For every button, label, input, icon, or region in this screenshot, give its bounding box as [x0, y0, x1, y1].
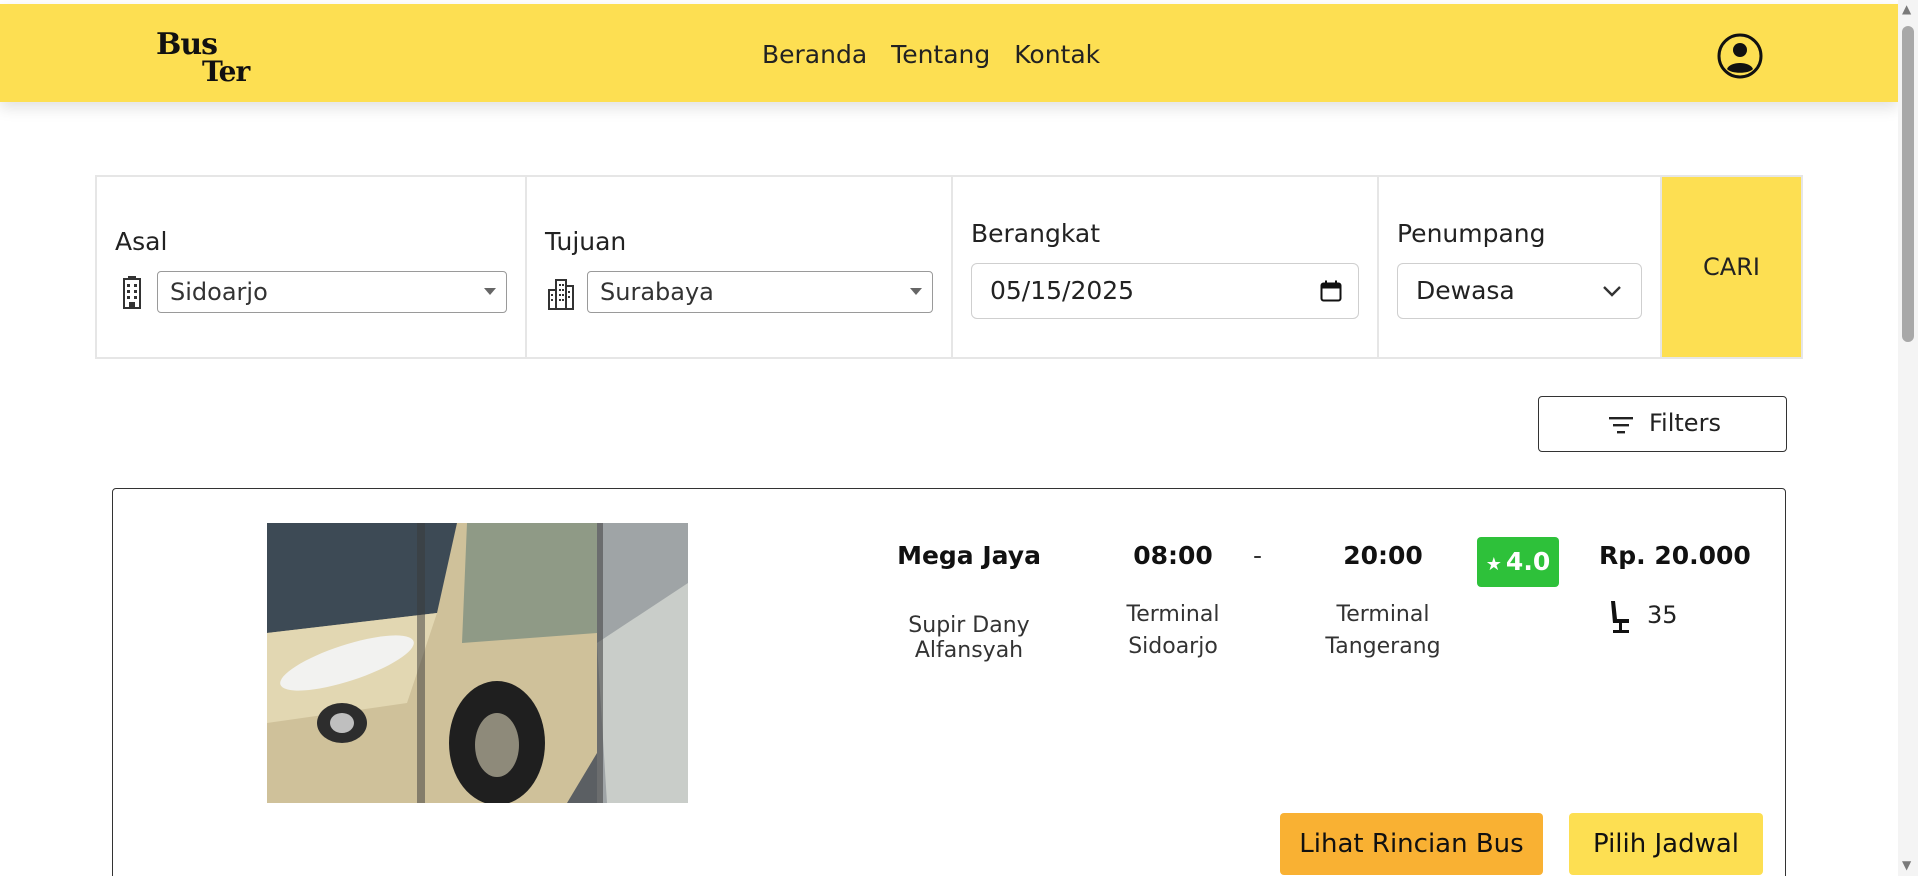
seat-count: 35	[1647, 601, 1678, 629]
origin-select[interactable]: Sidoarjo	[157, 271, 507, 313]
driver-name: Supir Dany Alfansyah	[908, 613, 1030, 663]
ticket-price: Rp. 20.000	[1599, 541, 1751, 570]
caret-down-icon	[910, 288, 922, 295]
destination-label: Tujuan	[545, 227, 627, 256]
page-scrollbar[interactable]: ▲ ▼	[1898, 0, 1918, 876]
rating-badge: ★ 4.0	[1477, 537, 1559, 587]
seat-icon	[1611, 601, 1629, 633]
departure-time: 08:00	[1133, 541, 1213, 570]
arrival-terminal: Terminal Tangerang	[1308, 599, 1458, 663]
passenger-segment: Penumpang Dewasa	[1379, 177, 1662, 357]
caret-down-icon	[484, 288, 496, 295]
top-navbar: Bus Ter Beranda Tentang Kontak	[0, 4, 1898, 102]
destination-select[interactable]: Surabaya	[587, 271, 933, 313]
origin-label: Asal	[115, 227, 168, 256]
passenger-value: Dewasa	[1416, 276, 1515, 305]
nav-link-beranda[interactable]: Beranda	[762, 40, 867, 69]
nav-link-kontak[interactable]: Kontak	[1014, 40, 1100, 69]
time-separator: -	[1253, 541, 1263, 570]
operator-name: Mega Jaya	[897, 541, 1041, 570]
city-icon	[548, 279, 574, 310]
star-icon: ★	[1485, 554, 1502, 575]
filters-button[interactable]: Filters	[1538, 396, 1787, 452]
origin-segment: Asal Sidoarjo	[97, 177, 527, 357]
departure-terminal: Terminal Sidoarjo	[1098, 599, 1248, 663]
filter-icon	[1609, 417, 1633, 434]
calendar-icon[interactable]	[1320, 280, 1342, 302]
nav-link-tentang[interactable]: Tentang	[891, 40, 990, 69]
departure-date-value: 05/15/2025	[990, 276, 1135, 305]
building-icon	[123, 276, 141, 309]
main-nav: Beranda Tentang Kontak	[762, 40, 1100, 69]
passenger-select[interactable]: Dewasa	[1397, 263, 1642, 319]
departure-terminal-line2: Sidoarjo	[1128, 634, 1218, 659]
departure-date-input[interactable]: 05/15/2025	[971, 263, 1359, 319]
scroll-thumb[interactable]	[1902, 26, 1914, 342]
logo-line-2: Ter	[202, 55, 250, 88]
arrival-time: 20:00	[1343, 541, 1423, 570]
origin-value: Sidoarjo	[170, 278, 268, 306]
user-circle-icon[interactable]	[1716, 32, 1764, 80]
search-button[interactable]: CARI	[1662, 177, 1801, 357]
departure-terminal-line1: Terminal	[1126, 602, 1220, 627]
filters-label: Filters	[1649, 409, 1721, 437]
arrival-terminal-line2: Tangerang	[1325, 634, 1441, 659]
destination-segment: Tujuan Surabaya	[527, 177, 953, 357]
destination-value: Surabaya	[600, 278, 714, 306]
scroll-down-arrow-icon[interactable]: ▼	[1902, 858, 1911, 872]
scroll-up-arrow-icon[interactable]: ▲	[1902, 2, 1911, 16]
bus-photo	[267, 523, 688, 803]
departure-segment: Berangkat 05/15/2025	[953, 177, 1379, 357]
search-form: Asal Sidoarjo Tujuan Surabaya Berangkat …	[95, 175, 1803, 359]
select-schedule-button[interactable]: Pilih Jadwal	[1569, 813, 1763, 875]
departure-label: Berangkat	[971, 219, 1101, 248]
passenger-label: Penumpang	[1397, 219, 1546, 248]
bus-result-card: Mega Jaya Supir Dany Alfansyah 08:00 - 2…	[112, 488, 1786, 876]
buster-logo[interactable]: Bus Ter	[156, 26, 256, 86]
arrival-terminal-line1: Terminal	[1336, 602, 1430, 627]
rating-value: 4.0	[1505, 547, 1551, 576]
view-bus-details-button[interactable]: Lihat Rincian Bus	[1280, 813, 1543, 875]
chevron-down-icon	[1603, 286, 1621, 297]
